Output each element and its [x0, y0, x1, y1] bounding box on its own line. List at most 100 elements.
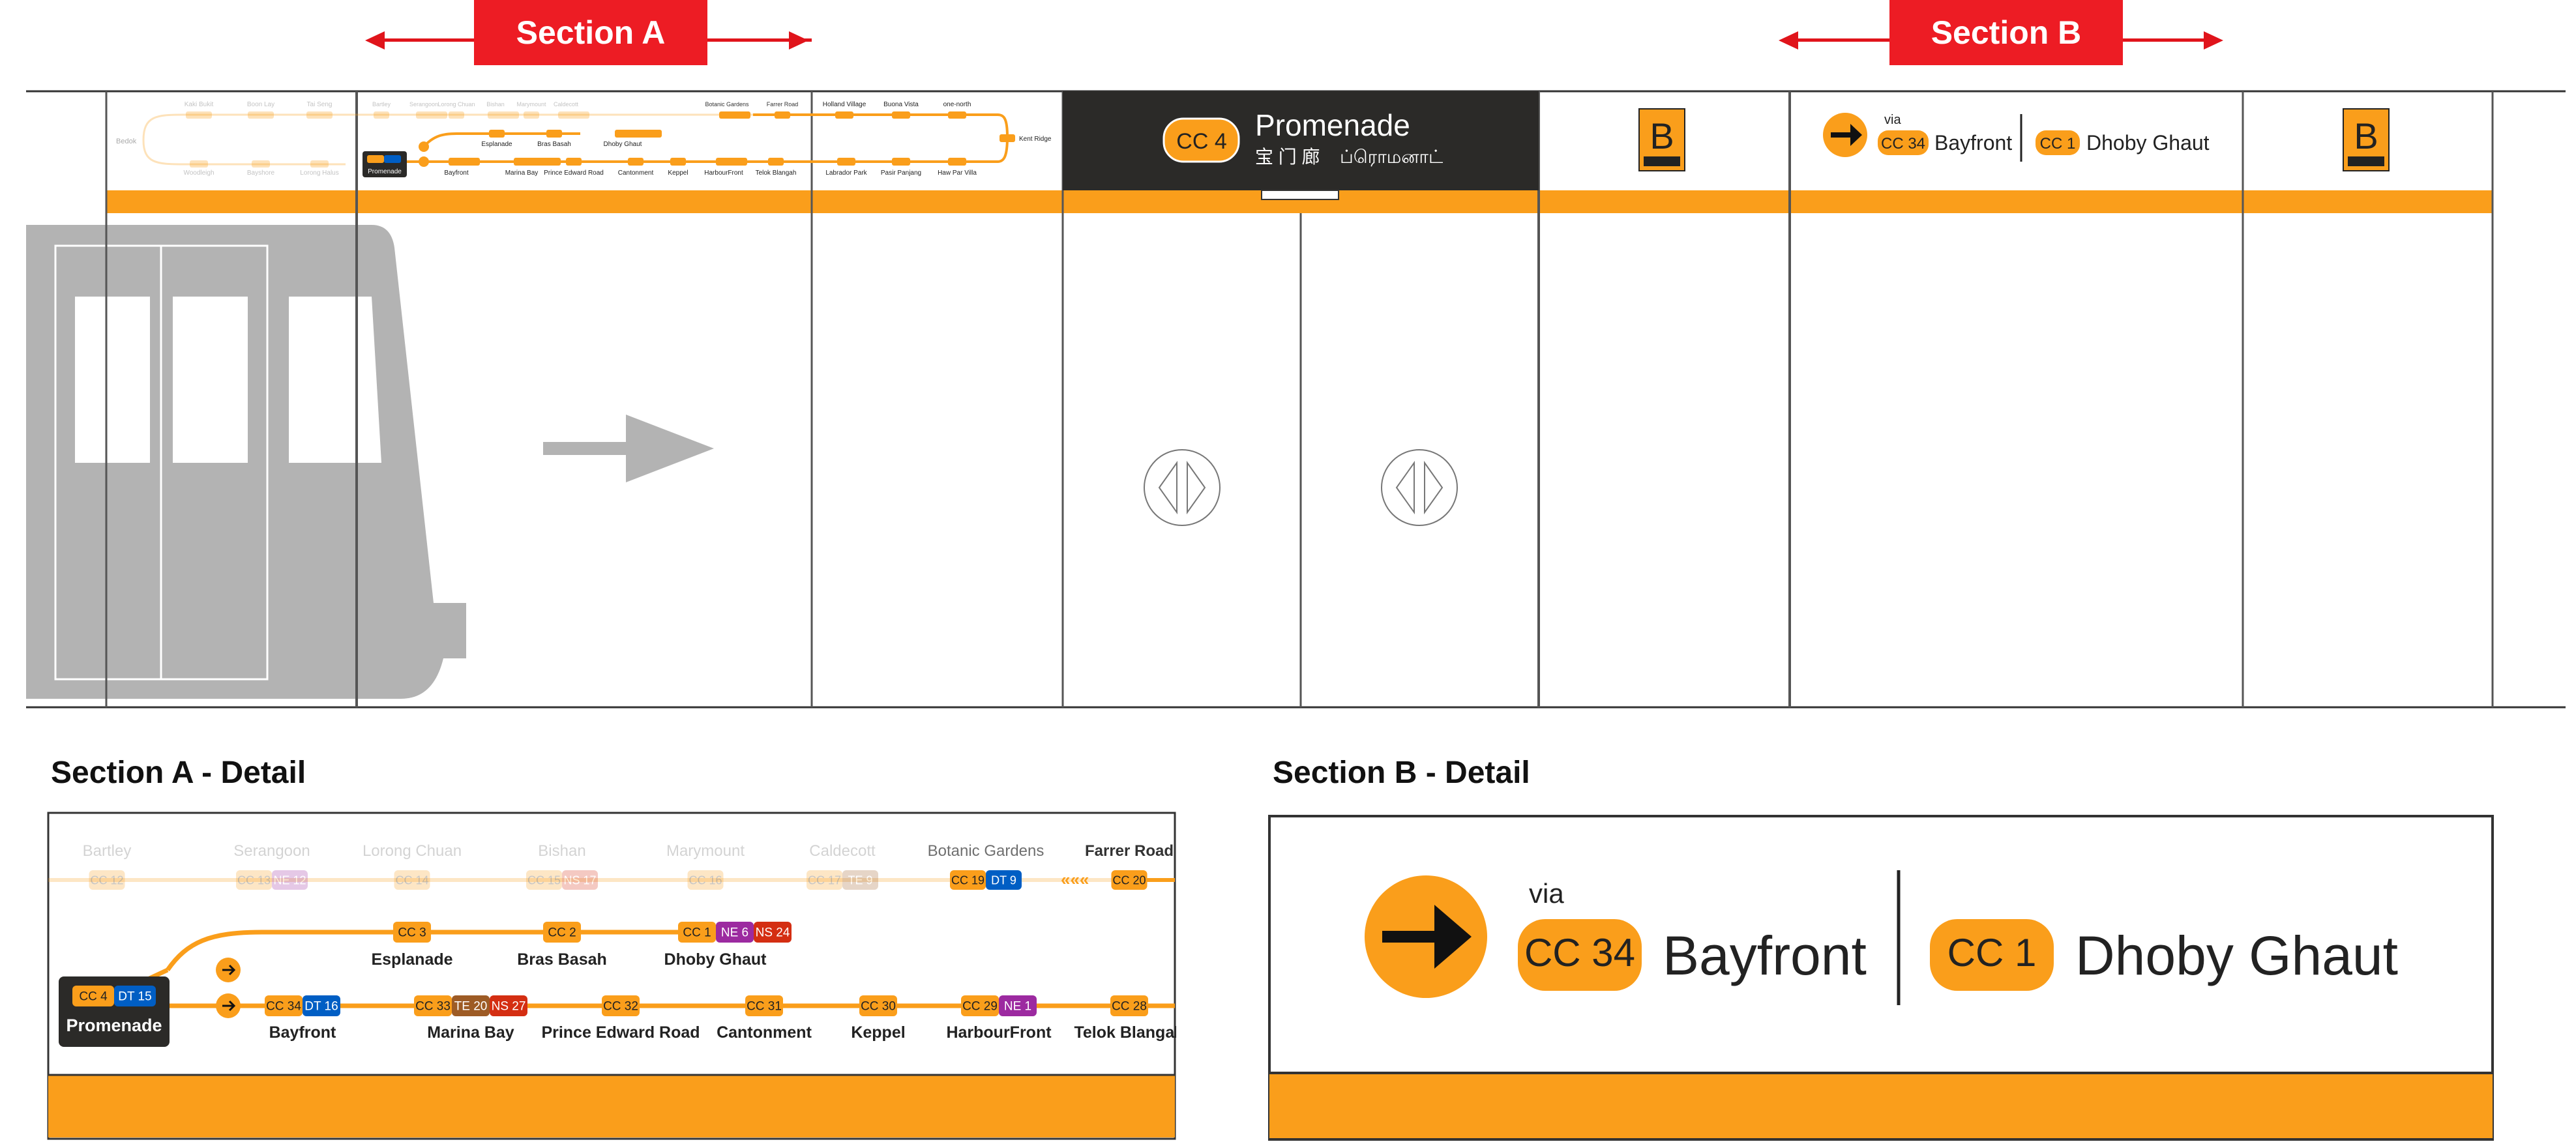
station-code-badge: DT 15: [114, 986, 156, 1006]
svg-text:NS 27: NS 27: [492, 1000, 526, 1014]
svg-text:Promenade: Promenade: [368, 168, 402, 175]
svg-text:Telok Blangah: Telok Blangah: [756, 169, 797, 177]
svg-text:Buona Vista: Buona Vista: [883, 101, 919, 108]
mini-arrow-icon: [419, 141, 429, 152]
station-code-badge: CC 29: [961, 995, 999, 1016]
svg-text:Boon Lay: Boon Lay: [247, 101, 274, 108]
station-code-badge: CC 1: [678, 922, 716, 943]
detail-a-orange-band: [48, 1075, 1175, 1137]
svg-text:TE 20: TE 20: [454, 1000, 488, 1014]
svg-text:Esplanade: Esplanade: [371, 950, 452, 969]
svg-text:Lorong Chuan: Lorong Chuan: [437, 101, 475, 108]
station-code-badge: DT 9: [986, 870, 1022, 890]
station-code-badge: CC 3: [393, 922, 431, 943]
via-code-text: CC 34: [1524, 931, 1635, 975]
via-station-name: Bayfront: [1663, 925, 1867, 986]
svg-text:CC 3: CC 3: [398, 926, 426, 940]
svg-text:Holland Village: Holland Village: [823, 101, 866, 108]
door-indicator-icon: [1381, 449, 1458, 526]
svg-text:Telok Blangah: Telok Blangah: [1074, 1023, 1176, 1042]
svg-text:Promenade: Promenade: [66, 1016, 162, 1035]
svg-text:Cantonment: Cantonment: [618, 169, 654, 177]
station-code-badge: TE 20: [452, 995, 490, 1016]
station-code-badge: CC 19: [950, 870, 986, 890]
svg-text:Lorong Chuan: Lorong Chuan: [363, 842, 462, 860]
svg-text:via: via: [1884, 113, 1901, 127]
svg-text:Bartley: Bartley: [83, 842, 132, 860]
station-code-badge: CC 30: [859, 995, 897, 1016]
svg-text:Pasir Panjang: Pasir Panjang: [881, 169, 921, 177]
svg-text:CC 4: CC 4: [79, 990, 108, 1004]
svg-text:DT 15: DT 15: [118, 990, 151, 1004]
svg-text:Bedok: Bedok: [116, 138, 137, 145]
svg-text:Esplanade: Esplanade: [481, 141, 512, 148]
svg-text:CC 1: CC 1: [2040, 135, 2076, 153]
mini-line-map: Bedok Kaki Bukit Boon Lay Tai Seng Woodleigh…: [116, 101, 1052, 177]
station-sign-tab: [1261, 190, 1339, 200]
svg-text:CC 30: CC 30: [861, 1000, 896, 1014]
station-code-badge: CC 28: [1110, 995, 1148, 1016]
svg-text:Bishan: Bishan: [538, 842, 585, 860]
svg-text:Bishan: Bishan: [486, 101, 505, 108]
direction-arrow-icon: [216, 958, 241, 982]
svg-text:Marina Bay: Marina Bay: [505, 169, 539, 177]
station-code-badge: CC 4: [72, 986, 114, 1006]
svg-text:CC 31: CC 31: [747, 1000, 782, 1014]
door-indicator-icon: [1144, 449, 1221, 526]
svg-text:Bayfront: Bayfront: [444, 169, 468, 177]
direction-sign-small: via CC 34 Bayfront CC 1 Dhoby Ghaut: [1823, 113, 2210, 162]
svg-text:CC 12: CC 12: [90, 873, 123, 887]
svg-text:DT 9: DT 9: [991, 873, 1016, 887]
station-code-badge: CC 16: [687, 870, 724, 890]
svg-text:Keppel: Keppel: [851, 1023, 905, 1042]
exit-b-sign: B: [2343, 108, 2390, 171]
svg-text:Marymount: Marymount: [666, 842, 745, 860]
train-silhouette: [26, 225, 466, 699]
section-b-detail-title: Section B - Detail: [1273, 755, 1530, 790]
svg-text:B: B: [1650, 115, 1674, 156]
station-code-badge: CC 33: [414, 995, 452, 1016]
station-name: Promenade: [1255, 108, 1410, 142]
svg-text:CC 2: CC 2: [548, 926, 576, 940]
detail-b-orange-band: [1269, 1073, 2493, 1138]
station-code-badge: CC 14: [394, 870, 430, 890]
station-code-badge: TE 9: [842, 870, 878, 890]
svg-text:NS 17: NS 17: [563, 873, 596, 887]
svg-text:CC 1: CC 1: [683, 926, 711, 940]
svg-text:CC 33: CC 33: [415, 1000, 451, 1014]
station-code-badge: CC 31: [745, 995, 783, 1016]
station-code-badge: NE 6: [716, 922, 754, 943]
svg-text:Botanic Gardens: Botanic Gardens: [928, 842, 1044, 860]
svg-text:Woodleigh: Woodleigh: [183, 169, 214, 177]
station-code-badge: NE 1: [999, 995, 1037, 1016]
station-code-badge: CC 15: [526, 870, 562, 890]
svg-text:CC 15: CC 15: [527, 873, 561, 887]
station-code-text: CC 4: [1176, 129, 1226, 154]
svg-text:CC 20: CC 20: [1112, 873, 1146, 887]
svg-text:CC 17: CC 17: [808, 873, 841, 887]
station-code-badge: NS 27: [490, 995, 527, 1016]
svg-text:CC 16: CC 16: [688, 873, 722, 887]
svg-text:CC 34: CC 34: [266, 1000, 301, 1014]
station-name-tamil: ப்ரொமனாட்: [1340, 147, 1443, 167]
via-text: via: [1529, 878, 1564, 909]
svg-text:CC 34: CC 34: [1881, 135, 1925, 153]
chevrons-icon: «««: [1061, 870, 1089, 889]
svg-text:TE 9: TE 9: [848, 873, 872, 887]
svg-text:Farrer Road: Farrer Road: [767, 101, 799, 108]
station-code-badge: CC 32: [602, 995, 640, 1016]
svg-text:Haw Par Villa: Haw Par Villa: [938, 169, 977, 177]
svg-text:Serangoon: Serangoon: [409, 101, 438, 108]
mini-arrow-icon: [419, 156, 429, 167]
svg-text:DT 16: DT 16: [304, 1000, 338, 1014]
section-b-detail-sign: via CC 34 Bayfront CC 1 Dhoby Ghaut: [1268, 815, 2494, 1141]
svg-text:NE 6: NE 6: [721, 926, 748, 940]
svg-text:Dhoby Ghaut: Dhoby Ghaut: [2086, 131, 2210, 154]
station-code-badge: CC 2: [543, 922, 581, 943]
exit-b-sign: B: [1638, 108, 1685, 171]
svg-text:Dhoby Ghaut: Dhoby Ghaut: [664, 950, 767, 969]
dest-code-text: CC 1: [1947, 931, 2037, 975]
svg-text:Serangoon: Serangoon: [233, 842, 310, 860]
svg-text:Bayfront: Bayfront: [269, 1023, 336, 1042]
svg-text:NE 12: NE 12: [273, 873, 306, 887]
